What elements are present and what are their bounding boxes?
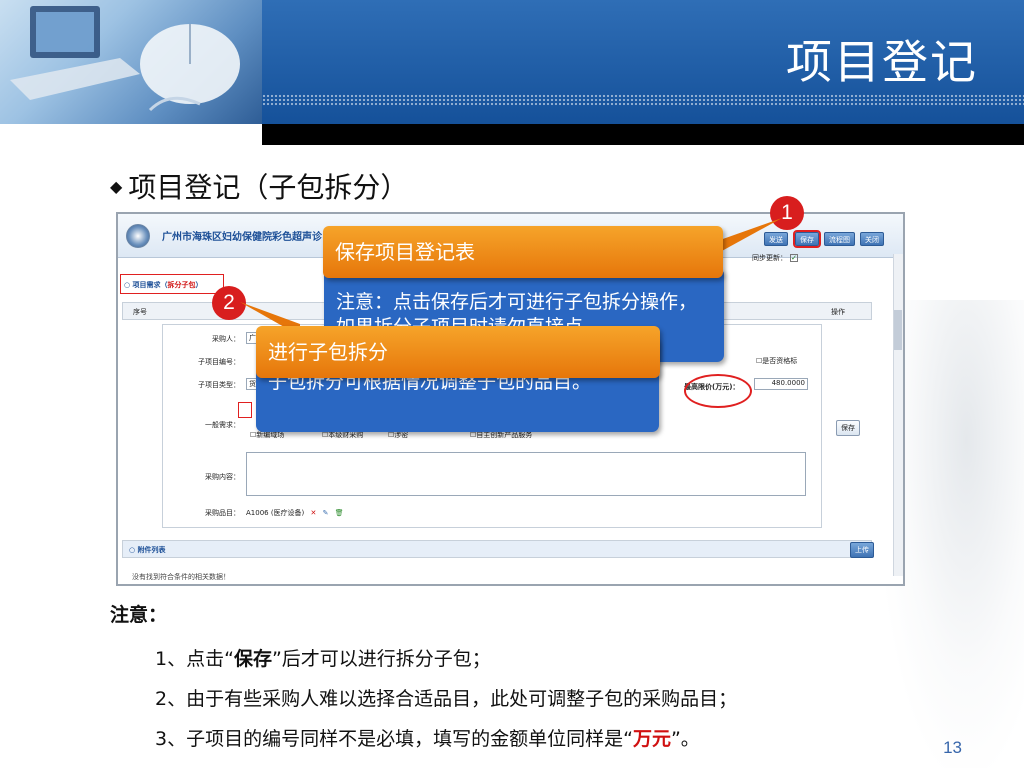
- header-black-strip: [262, 124, 1024, 145]
- col-action: 操作: [831, 308, 845, 316]
- no-data-text: 没有找到符合条件的相关数据！: [132, 573, 230, 581]
- quality-mark-checkbox[interactable]: ☐是否资格标: [756, 356, 797, 366]
- sync-checkbox[interactable]: ✓: [790, 254, 798, 262]
- save-callout-title: 保存项目登记表: [335, 240, 475, 264]
- header-dots: [262, 94, 1024, 106]
- save-button[interactable]: 保存: [793, 230, 821, 248]
- subitem-type-label: 子项目类型：: [198, 381, 240, 389]
- item-value: A1006 (医疗设备) ✕ ✎ 🗑: [246, 509, 344, 517]
- scroll-thumb[interactable]: [894, 310, 902, 350]
- sync-label: 同步更新：: [752, 254, 787, 262]
- note-2: 2、由于有些采购人难以选择合适品目，此处可调整子包的采购品目；: [155, 688, 738, 710]
- content-label: 采购内容：: [205, 473, 240, 481]
- general-need-label: 一般需求：: [205, 421, 240, 429]
- col-seq: 序号: [133, 308, 147, 316]
- edit-icon[interactable]: ✎: [323, 509, 329, 517]
- upload-button[interactable]: 上传: [850, 542, 874, 558]
- section-title: ○ 项目需求（拆分子包）: [124, 281, 203, 289]
- subtitle-text: 项目登记（子包拆分）: [128, 171, 409, 204]
- attachment-header: ○ 附件列表: [122, 540, 872, 558]
- trash-icon[interactable]: 🗑: [335, 509, 344, 517]
- vertical-scrollbar[interactable]: [893, 254, 903, 576]
- save-callout: 保存项目登记表: [323, 226, 723, 278]
- slide-subtitle: ◆ 项目登记（子包拆分）: [110, 166, 408, 206]
- header-photo: [0, 0, 262, 124]
- max-price-input[interactable]: 480.0000: [754, 378, 808, 390]
- split-callout: 进行子包拆分: [256, 326, 660, 378]
- sync-update: 同步更新： ✓: [752, 253, 798, 263]
- notes-label: 注意：: [110, 604, 168, 626]
- diamond-bullet-icon: ◆: [110, 176, 123, 196]
- purchaser-label: 采购人：: [212, 335, 240, 343]
- app-title: 广州市海珠区妇幼保健院彩色超声诊: [162, 232, 322, 243]
- subitem-no-label: 子项目编号：: [198, 358, 240, 366]
- split-callout-title: 进行子包拆分: [268, 340, 388, 364]
- slide-title: 项目登记: [786, 35, 978, 89]
- app-logo-icon: [126, 224, 150, 248]
- laptop-mouse-image: [10, 6, 240, 112]
- page-number: 13: [943, 738, 962, 757]
- item-label: 采购品目：: [205, 509, 240, 517]
- close-button[interactable]: 关闭: [860, 232, 884, 246]
- note-1: 1、点击“保存”后才可以进行拆分子包；: [155, 648, 491, 670]
- note-3: 3、子项目的编号同样不是必填，填写的金额单位同样是“万元”。: [155, 728, 700, 750]
- row-save-button[interactable]: 保存: [836, 420, 860, 436]
- slide-header: 项目登记: [0, 0, 1024, 145]
- split-subpackage-link[interactable]: 拆分子包: [168, 281, 196, 289]
- max-price-highlight: [684, 374, 752, 408]
- delete-icon[interactable]: ✕: [311, 509, 317, 517]
- flowchart-button[interactable]: 流程图: [824, 232, 855, 246]
- content-textarea[interactable]: [246, 452, 806, 496]
- general-need-highlight: [238, 402, 252, 418]
- callout-1-pointer: [720, 218, 782, 252]
